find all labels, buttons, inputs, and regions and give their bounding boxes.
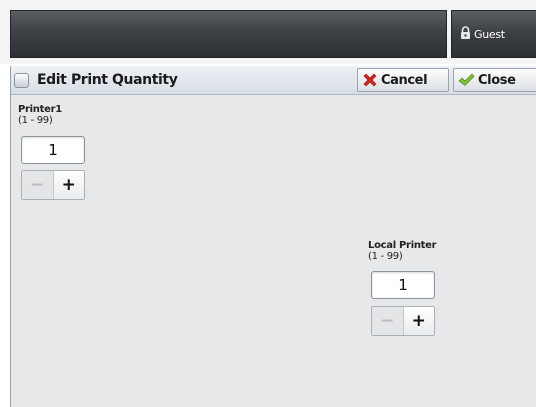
window-title: Edit Print Quantity [37, 72, 178, 88]
window-title-bar: Edit Print Quantity Cancel Close [11, 66, 536, 95]
local-printer-quantity-stepper: − + [371, 306, 435, 336]
local-printer-decrement-button[interactable]: − [372, 307, 404, 335]
user-label: Guest [474, 27, 505, 41]
cancel-button[interactable]: Cancel [357, 68, 449, 92]
edit-print-quantity-window: Edit Print Quantity Cancel Close Printer… [10, 66, 536, 407]
printer1-range: (1 - 99) [18, 115, 53, 126]
message-area [10, 10, 447, 58]
x-icon [363, 73, 377, 87]
printer1-increment-button[interactable]: + [53, 171, 84, 199]
window-icon [14, 73, 29, 88]
local-printer-label: Local Printer [368, 240, 437, 251]
printer1-quantity-stepper: − + [21, 170, 85, 200]
local-printer-range: (1 - 99) [368, 251, 403, 262]
login-user-button[interactable]: Guest [451, 10, 536, 58]
local-printer-increment-button[interactable]: + [403, 307, 434, 335]
close-label: Close [478, 72, 516, 88]
local-printer-quantity-field[interactable]: 1 [371, 271, 435, 299]
cancel-label: Cancel [381, 72, 428, 88]
top-status-bar: Guest [0, 0, 536, 64]
close-button[interactable]: Close [453, 68, 536, 92]
printer1-quantity-field[interactable]: 1 [21, 136, 85, 164]
padlock-icon [460, 26, 471, 42]
checkmark-icon [458, 73, 475, 86]
printer1-decrement-button[interactable]: − [22, 171, 54, 199]
printer1-label: Printer1 [18, 104, 62, 115]
